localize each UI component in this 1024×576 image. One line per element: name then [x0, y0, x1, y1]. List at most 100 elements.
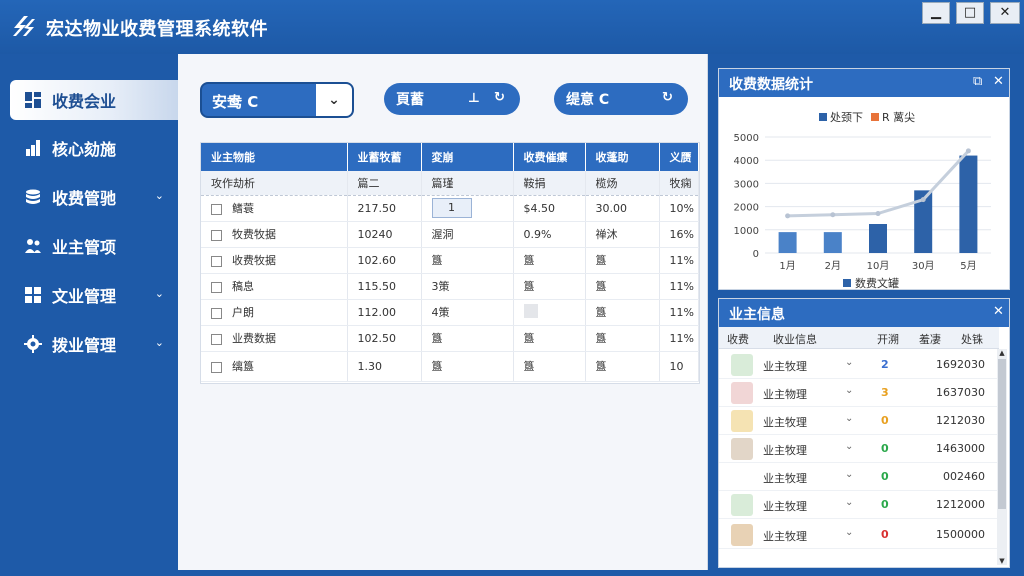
- sidebar-item-label: 收费管驰: [52, 189, 117, 208]
- table-cell: 簋: [421, 351, 514, 382]
- owner-row[interactable]: 业主牧理 ⌄ 0 1212030: [719, 407, 999, 435]
- owner-row[interactable]: 业主牧理 ⌄ 0 1212000: [719, 491, 999, 519]
- row-checkbox[interactable]: [211, 361, 222, 373]
- bar: [869, 224, 887, 253]
- owner-count: 2: [881, 358, 889, 371]
- maximize-button[interactable]: □: [956, 2, 984, 24]
- owner-scrollbar[interactable]: ▲ ▼: [997, 349, 1007, 565]
- close-icon[interactable]: ✕: [993, 74, 1004, 89]
- row-checkbox[interactable]: [211, 229, 222, 241]
- table-cell: 102.50: [347, 325, 422, 352]
- column-header[interactable]: 开溯: [877, 331, 899, 347]
- table-cell: 簋: [421, 247, 514, 274]
- chevron-down-icon: ⌄: [154, 336, 164, 349]
- column-header[interactable]: 收费催瘰: [513, 143, 586, 171]
- sidebar-item-fee-management[interactable]: 收费管驰 ⌄: [10, 177, 178, 217]
- database-icon: [24, 188, 42, 206]
- table-cell: 簋: [585, 351, 660, 382]
- chevron-down-icon: ⌄: [154, 189, 164, 202]
- table-row[interactable]: 稿息 115.50 3策 簋 簋 11%: [201, 273, 699, 300]
- table-row[interactable]: 缡簋 1.30 簋 簋 簋 10: [201, 351, 699, 382]
- x-tick-label: 5月: [960, 260, 976, 272]
- owner-count: 0: [881, 470, 889, 483]
- owner-name: 业主牧理: [763, 500, 807, 513]
- sidebar-item-owner[interactable]: 业主管项: [10, 226, 178, 266]
- category-select[interactable]: 安鸯 C ⌄: [200, 82, 354, 118]
- table-cell: 簋: [585, 247, 660, 274]
- table-cell: 鞍捐: [513, 171, 586, 196]
- close-icon[interactable]: ✕: [993, 304, 1004, 319]
- column-header[interactable]: 收业信息: [773, 331, 817, 347]
- row-checkbox[interactable]: [211, 333, 222, 345]
- owner-row[interactable]: 业主牧理 ⌄ 2 1692030: [719, 351, 999, 379]
- owner-count: 0: [881, 528, 889, 541]
- sidebar-item-settings[interactable]: 拨业管理 ⌄: [10, 324, 178, 364]
- chevron-down-icon[interactable]: ⌄: [845, 413, 853, 424]
- table-row[interactable]: 鳍蓑 217.50 1 $4.50 30.00 10%: [201, 195, 699, 222]
- line-point: [785, 213, 791, 219]
- owner-row[interactable]: 业主牧理 ⌄ 0 1500000: [719, 521, 999, 549]
- table-row[interactable]: 收费牧据 102.60 簋 簋 簋 11%: [201, 247, 699, 274]
- sidebar-item-label: 文业管理: [52, 287, 117, 306]
- chevron-down-icon[interactable]: ⌄: [316, 84, 352, 116]
- table-cell: 112.00: [347, 299, 422, 326]
- panel-header: 业主信息 ✕: [719, 299, 1009, 327]
- owner-count: 0: [881, 442, 889, 455]
- owner-name: 业主牧理: [763, 444, 807, 457]
- scroll-up-icon[interactable]: ▲: [997, 349, 1007, 357]
- column-header[interactable]: 変崩: [421, 143, 514, 171]
- line-point: [875, 211, 881, 217]
- owner-row[interactable]: 业主牧理 ⌄ 0 002460: [719, 463, 999, 491]
- column-header[interactable]: 业主物能: [201, 143, 348, 171]
- owner-panel: 业主信息 ✕ 收费 收业信息 开溯 羞凄 处铢 业主牧理 ⌄ 2 1692030 业主物…: [718, 298, 1010, 568]
- y-tick-label: 3000: [734, 179, 759, 190]
- app-title: 宏达物业收费管理系统软件: [46, 19, 268, 40]
- scroll-down-icon[interactable]: ▼: [997, 557, 1007, 565]
- table-cell: 篇瑾: [421, 171, 514, 196]
- filter-button[interactable]: 缇意 C ↻: [554, 83, 688, 115]
- close-button[interactable]: ✕: [990, 2, 1020, 24]
- owner-row[interactable]: 业主牧理 ⌄ 0 1463000: [719, 435, 999, 463]
- bar: [959, 155, 978, 253]
- sidebar-item-fee-enterprise[interactable]: 收费会业: [10, 80, 178, 120]
- sidebar-item-core[interactable]: 核心劾施: [10, 128, 178, 168]
- minimize-button[interactable]: ▁: [922, 2, 950, 24]
- table-cell: 11%: [659, 299, 699, 326]
- row-checkbox[interactable]: [211, 307, 222, 319]
- chevron-down-icon[interactable]: ⌄: [845, 385, 853, 396]
- row-checkbox[interactable]: [211, 203, 222, 215]
- chevron-down-icon[interactable]: ⌄: [845, 497, 853, 508]
- column-header[interactable]: 收费: [727, 331, 749, 347]
- sidebar-item-label: 核心劾施: [52, 140, 117, 159]
- table-row[interactable]: 户朗 112.00 4策 簋 11%: [201, 299, 699, 326]
- column-header[interactable]: 处铢: [961, 331, 983, 347]
- chevron-down-icon[interactable]: ⌄: [845, 441, 853, 452]
- quantity-input[interactable]: 1: [431, 198, 472, 218]
- table-row[interactable]: 业费数据 102.50 簋 簋 簋 11%: [201, 325, 699, 352]
- column-header[interactable]: 收蓬助: [585, 143, 660, 171]
- row-checkbox[interactable]: [211, 281, 222, 293]
- table-row[interactable]: 牧费牧据 10240 渥洞 0.9% 禅沐 16%: [201, 221, 699, 248]
- search-button[interactable]: 頁蓄 ⊥ ↻: [384, 83, 520, 115]
- fee-chart: 0 1000 2000 3000 4000 5000 1月 2月 10月 30月 5月数费文罐: [734, 133, 991, 289]
- bar: [823, 232, 842, 253]
- table-cell: 11%: [659, 273, 699, 300]
- row-checkbox[interactable]: [211, 255, 222, 267]
- owner-row[interactable]: 业主物理 ⌄ 3 1637030: [719, 379, 999, 407]
- sidebar-item-document[interactable]: 文业管理 ⌄: [10, 275, 178, 315]
- table-cell: 渥洞: [421, 221, 514, 248]
- people-avatar: [731, 382, 753, 404]
- column-header[interactable]: 义赝: [659, 143, 699, 171]
- select-value: 安鸯 C: [212, 93, 259, 111]
- column-header[interactable]: 业蓄牧蓄: [347, 143, 422, 171]
- panel-title: 收费数据统计: [729, 77, 813, 93]
- popout-icon[interactable]: ⧉: [973, 74, 982, 89]
- chevron-down-icon[interactable]: ⌄: [845, 469, 853, 480]
- x-tick-label: 2月: [825, 260, 841, 272]
- column-header[interactable]: 羞凄: [919, 331, 941, 347]
- scrollbar-thumb[interactable]: [998, 359, 1006, 509]
- chevron-down-icon[interactable]: ⌄: [845, 357, 853, 368]
- owner-name: 业主牧理: [763, 530, 807, 543]
- chevron-down-icon[interactable]: ⌄: [845, 527, 853, 538]
- table-cell: 簋: [585, 299, 660, 326]
